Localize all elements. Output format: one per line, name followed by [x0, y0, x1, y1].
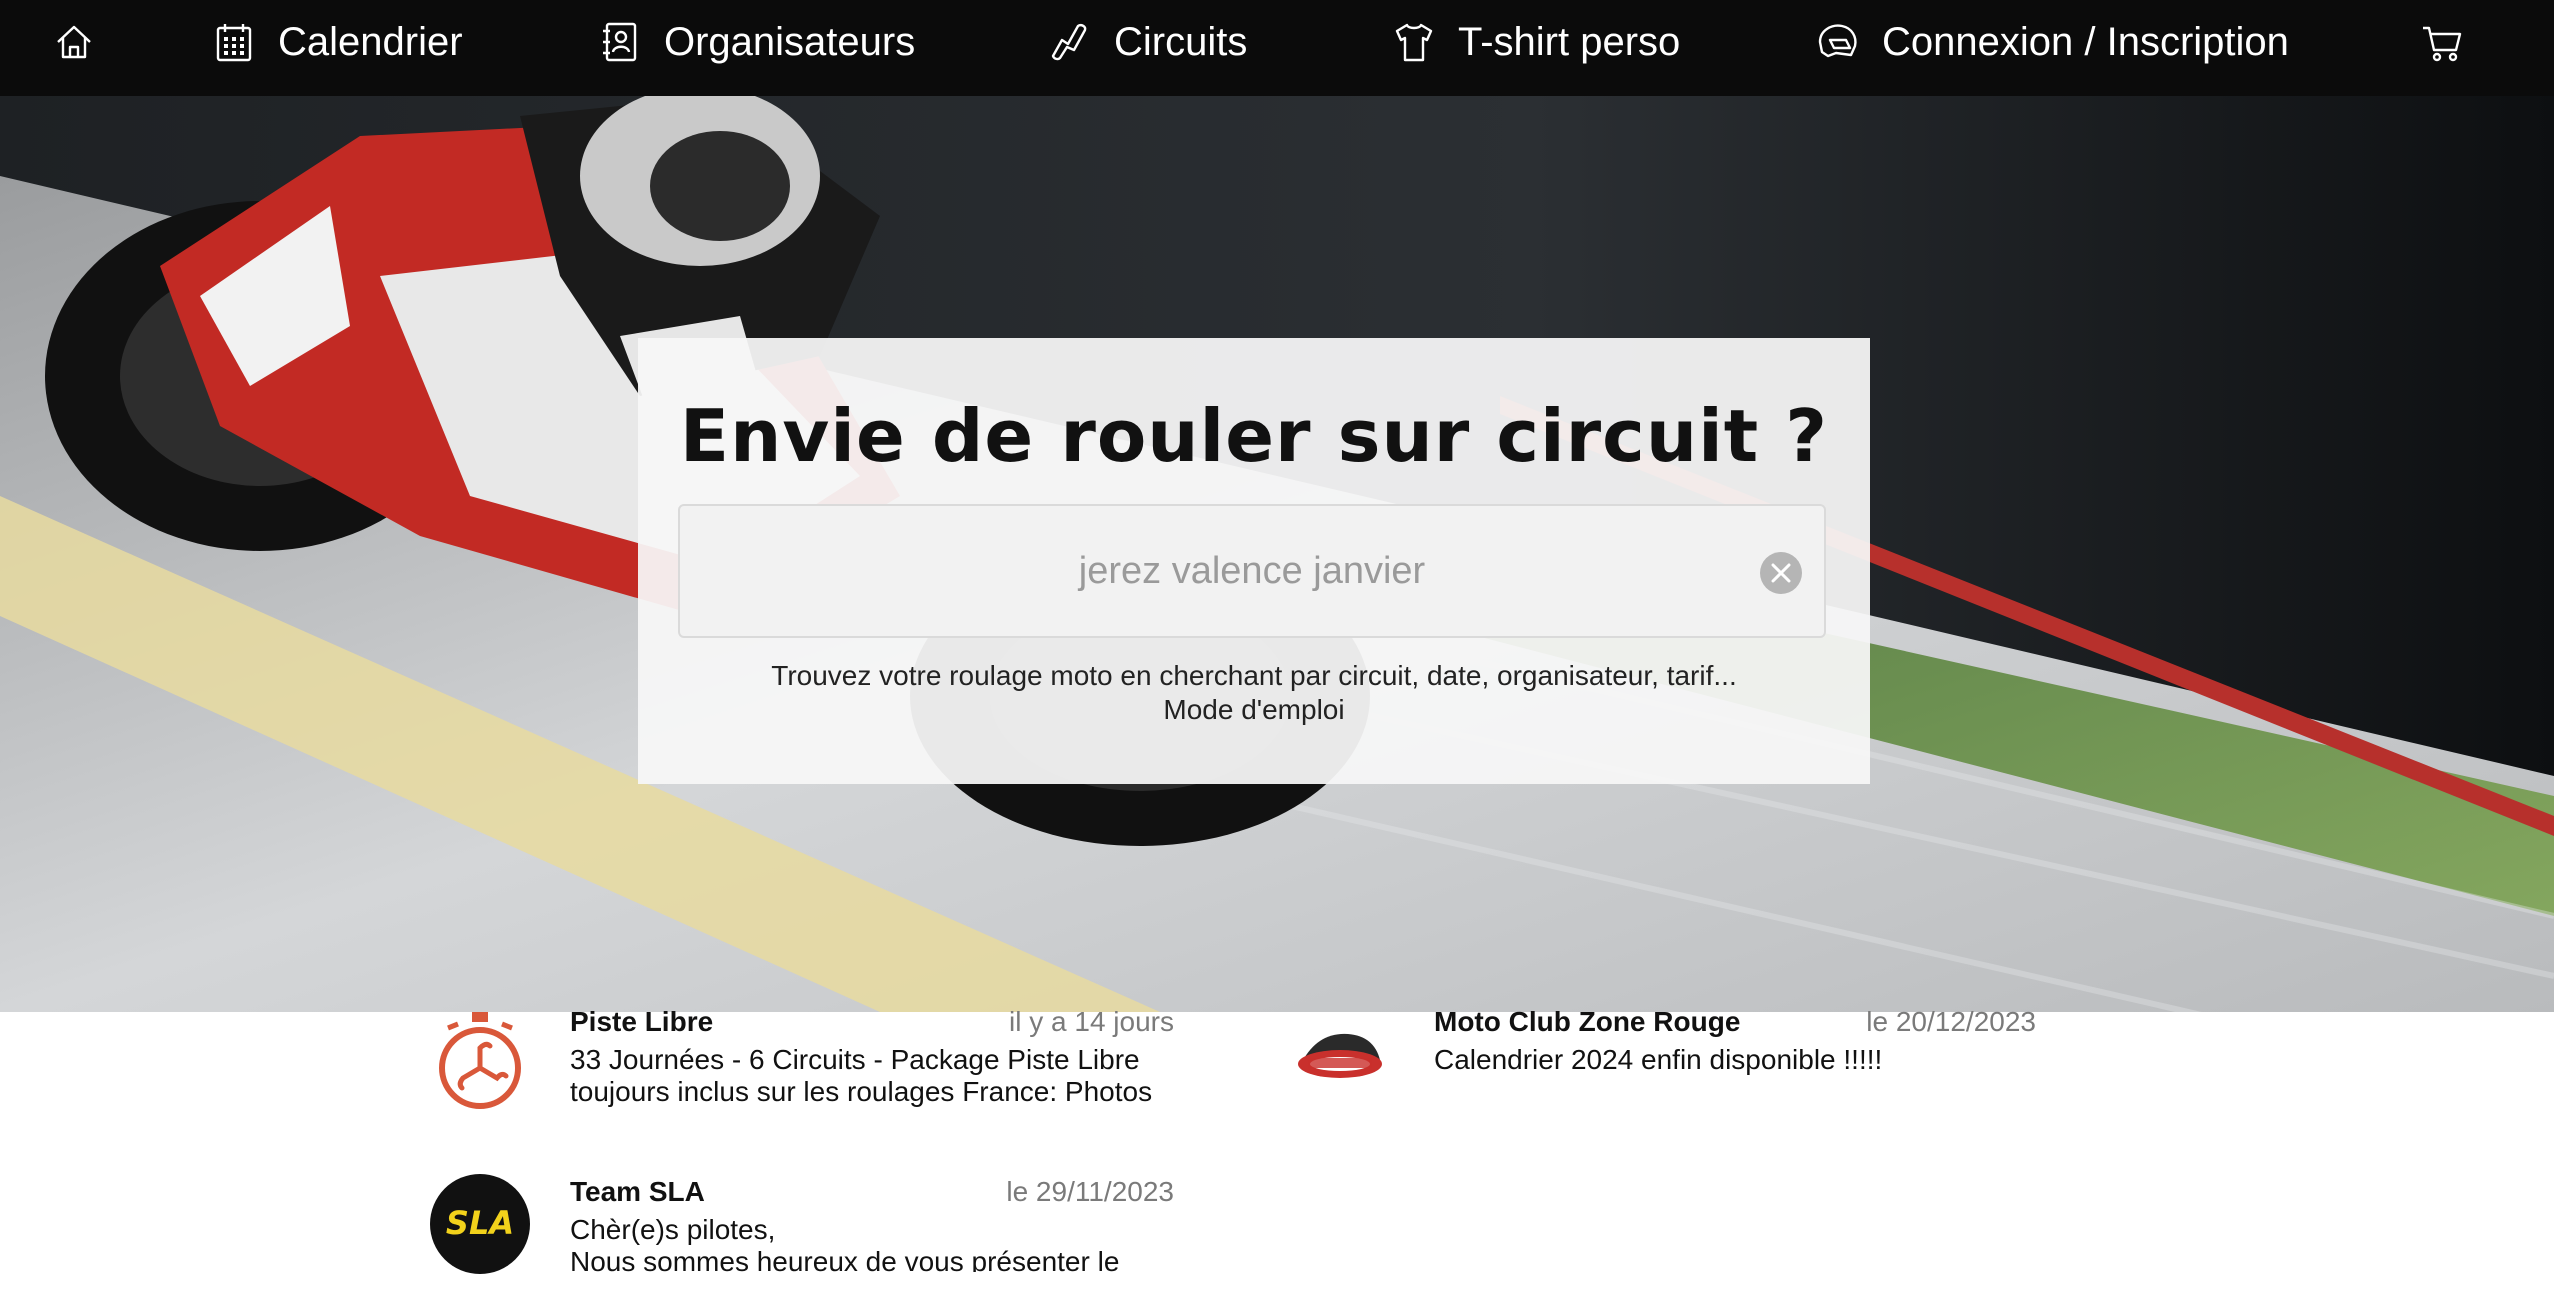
nav-calendrier[interactable]: Calendrier — [212, 0, 463, 84]
nav-cart[interactable] — [2420, 0, 2464, 84]
helmet-icon — [1816, 20, 1860, 64]
news-author: Piste Libre — [570, 1006, 714, 1037]
top-navigation: Calendrier Organisateurs Circuits T-shir… — [0, 0, 2554, 96]
news-text: 33 Journées - 6 Circuits - Package Piste… — [570, 1044, 1153, 1107]
home-icon — [52, 20, 96, 64]
news-author: Moto Club Zone Rouge — [1434, 1006, 1741, 1037]
calendar-icon — [212, 20, 256, 64]
help-link[interactable]: Mode d'emploi — [638, 694, 1870, 726]
search-field[interactable] — [678, 504, 1826, 638]
search-hint: Trouvez votre roulage moto en cherchant … — [771, 660, 1737, 691]
news-text-line-1: Chèr(e)s pilotes, — [570, 1214, 776, 1245]
nav-label-connexion: Connexion / Inscription — [1882, 19, 2289, 64]
news-date: le 20/12/2023 — [1866, 1006, 2036, 1037]
nav-connexion[interactable]: Connexion / Inscription — [1816, 0, 2289, 84]
news-item[interactable]: Moto Club Zone Rouge le 20/12/2023 Calen… — [1270, 1000, 2370, 1110]
search-input[interactable] — [680, 506, 1824, 636]
nav-home[interactable] — [52, 0, 96, 84]
nav-label-tshirt: T-shirt perso — [1458, 19, 1681, 64]
nav-tshirt[interactable]: T-shirt perso — [1392, 0, 1680, 84]
news-item[interactable]: SLA Team SLA le 29/11/2023 Chèr(e)s pilo… — [0, 1170, 1240, 1296]
search-title: Envie de rouler sur circuit ? — [679, 394, 1829, 478]
track-icon — [1048, 20, 1092, 64]
sla-logo: SLA — [428, 1172, 532, 1276]
nav-organisateurs[interactable]: Organisateurs — [598, 0, 915, 84]
close-icon — [1771, 563, 1791, 583]
news-text: Calendrier 2024 enfin disponible !!!!! — [1434, 1044, 1883, 1075]
tshirt-icon — [1392, 20, 1436, 64]
news-date: il y a 14 jours — [1009, 1006, 1174, 1037]
moto-club-zone-rouge-logo — [1288, 1004, 1392, 1108]
cart-icon — [2420, 20, 2464, 64]
nav-label-circuits: Circuits — [1114, 19, 1248, 64]
news-date: le 29/11/2023 — [1006, 1176, 1174, 1207]
clear-search-button[interactable] — [1760, 552, 1802, 594]
sla-logo-text: SLA — [446, 1204, 514, 1242]
nav-label-organisateurs: Organisateurs — [664, 19, 916, 64]
nav-circuits[interactable]: Circuits — [1048, 0, 1247, 84]
news-item[interactable]: Piste Libre il y a 14 jours 33 Journées … — [0, 1000, 1240, 1110]
contact-book-icon — [598, 20, 642, 64]
search-panel: Envie de rouler sur circuit ? Trouvez vo… — [638, 338, 1870, 784]
news-text-line-2: Nous sommes heureux de vous présenter le — [570, 1246, 1120, 1272]
nav-label-calendrier: Calendrier — [278, 19, 463, 64]
news-author: Team SLA — [570, 1176, 705, 1207]
stopwatch-logo — [428, 1010, 532, 1114]
